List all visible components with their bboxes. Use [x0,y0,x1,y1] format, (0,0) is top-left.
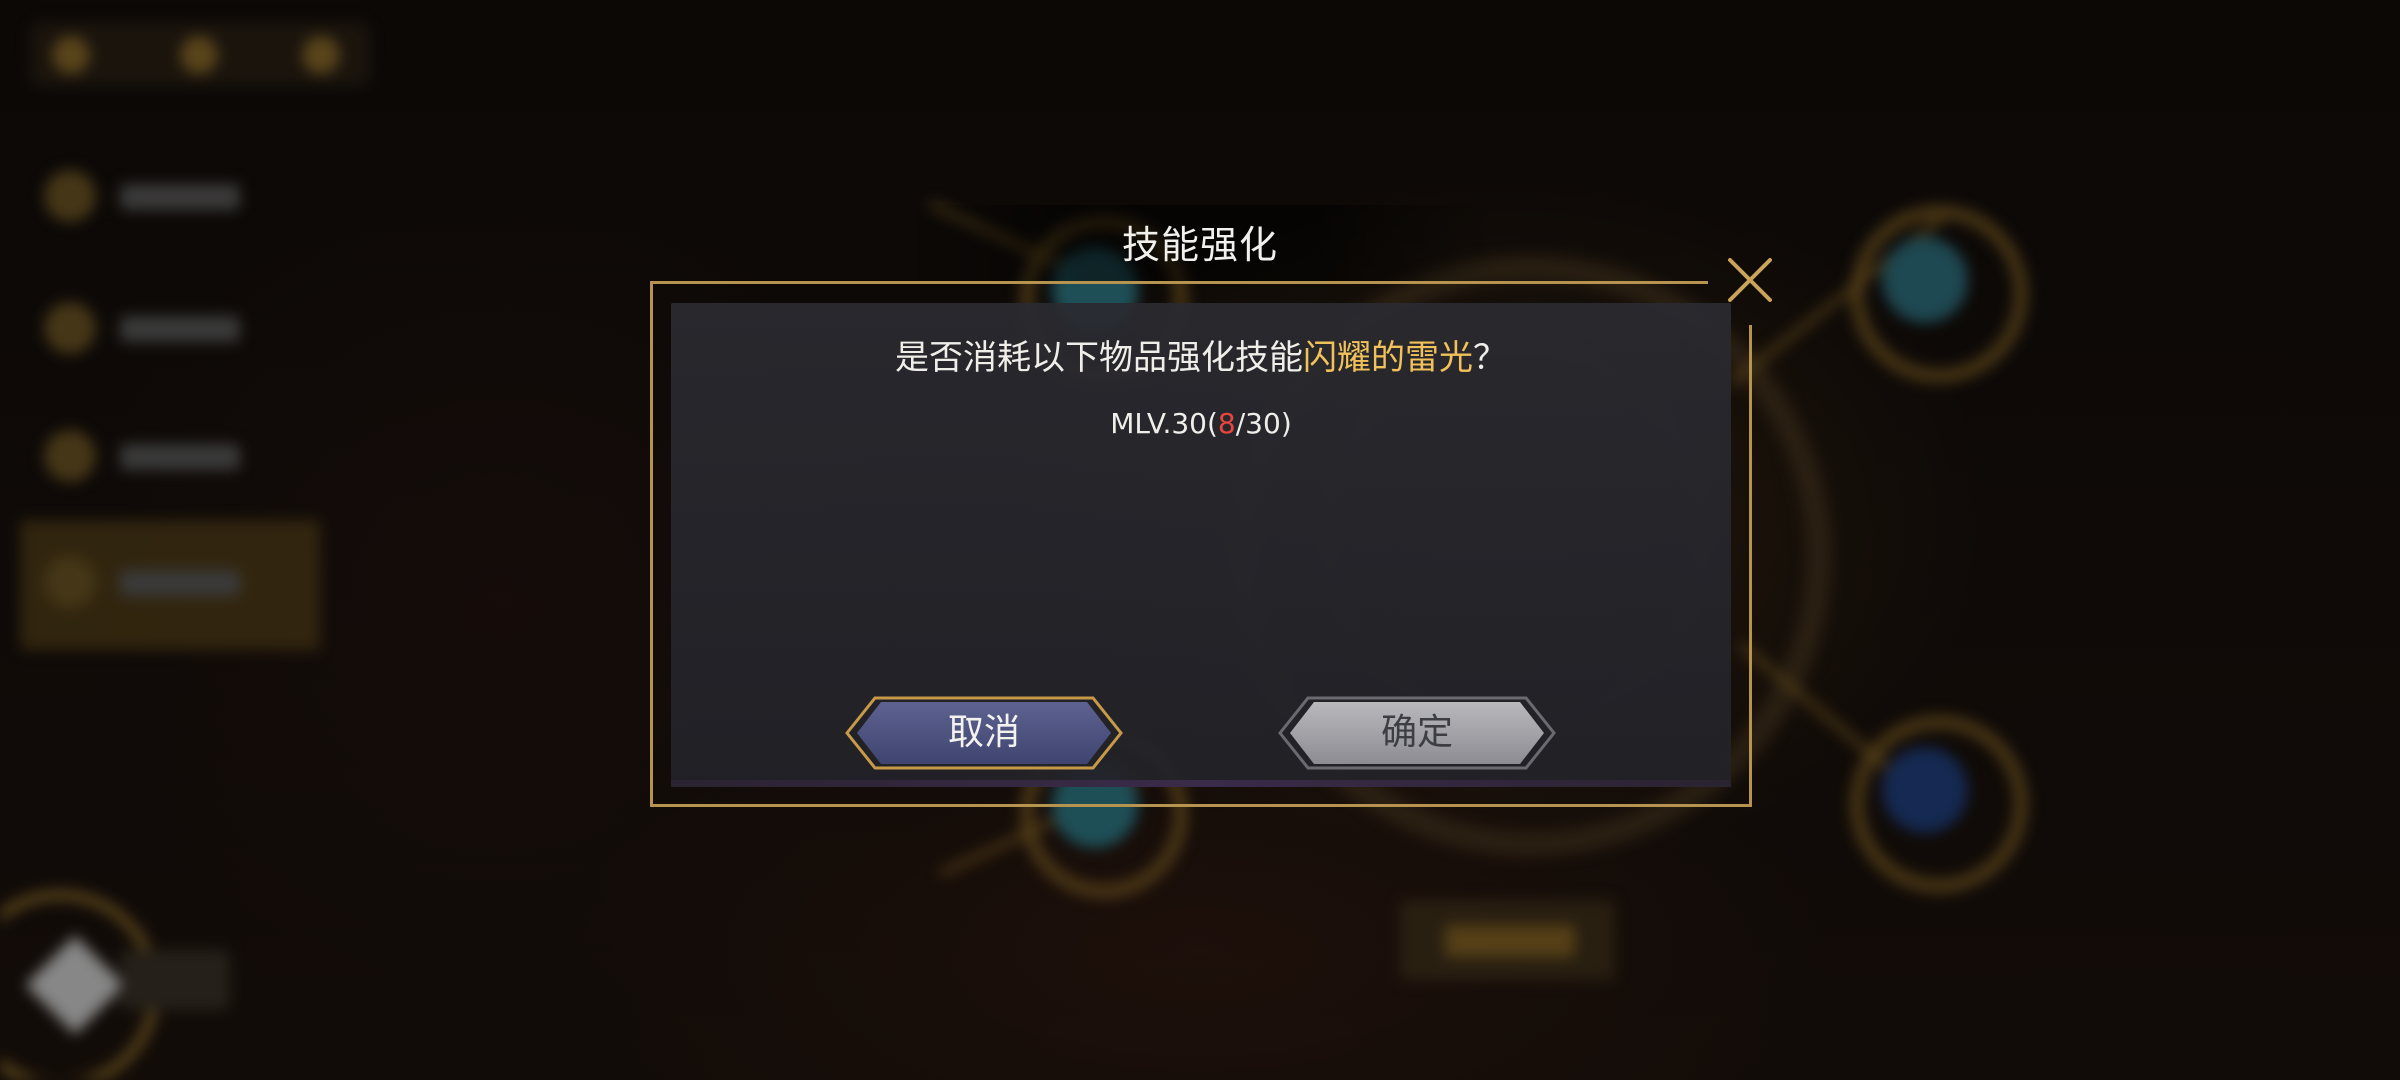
confirm-button-label: 确定 [1380,712,1453,753]
skill-name: 闪耀的雷光 [1303,338,1473,378]
question-suffix: ？ [1473,338,1507,378]
level-suffix: /30) [1235,407,1292,440]
close-x-icon [1728,258,1772,302]
close-button[interactable] [1722,252,1778,308]
dialog-frame-left [650,281,653,807]
confirm-button[interactable]: 确定 [1276,694,1558,772]
confirm-question: 是否消耗以下物品强化技能闪耀的雷光？ [671,332,1731,384]
dialog-frame-top [650,281,1708,284]
question-prefix: 是否消耗以下物品强化技能 [895,338,1303,378]
level-prefix: MLV.30( [1110,407,1218,440]
dialog-frame-right [1749,325,1752,805]
skill-level-text: MLV.30(8/30) [671,402,1731,446]
cancel-button-label: 取消 [947,712,1020,753]
dialog-panel-bottom-strip [671,780,1731,787]
cancel-button[interactable]: 取消 [843,694,1125,772]
dialog-frame-bottom [650,804,1752,807]
level-current: 8 [1217,407,1236,440]
dialog-title: 技能强化 [1121,223,1278,267]
